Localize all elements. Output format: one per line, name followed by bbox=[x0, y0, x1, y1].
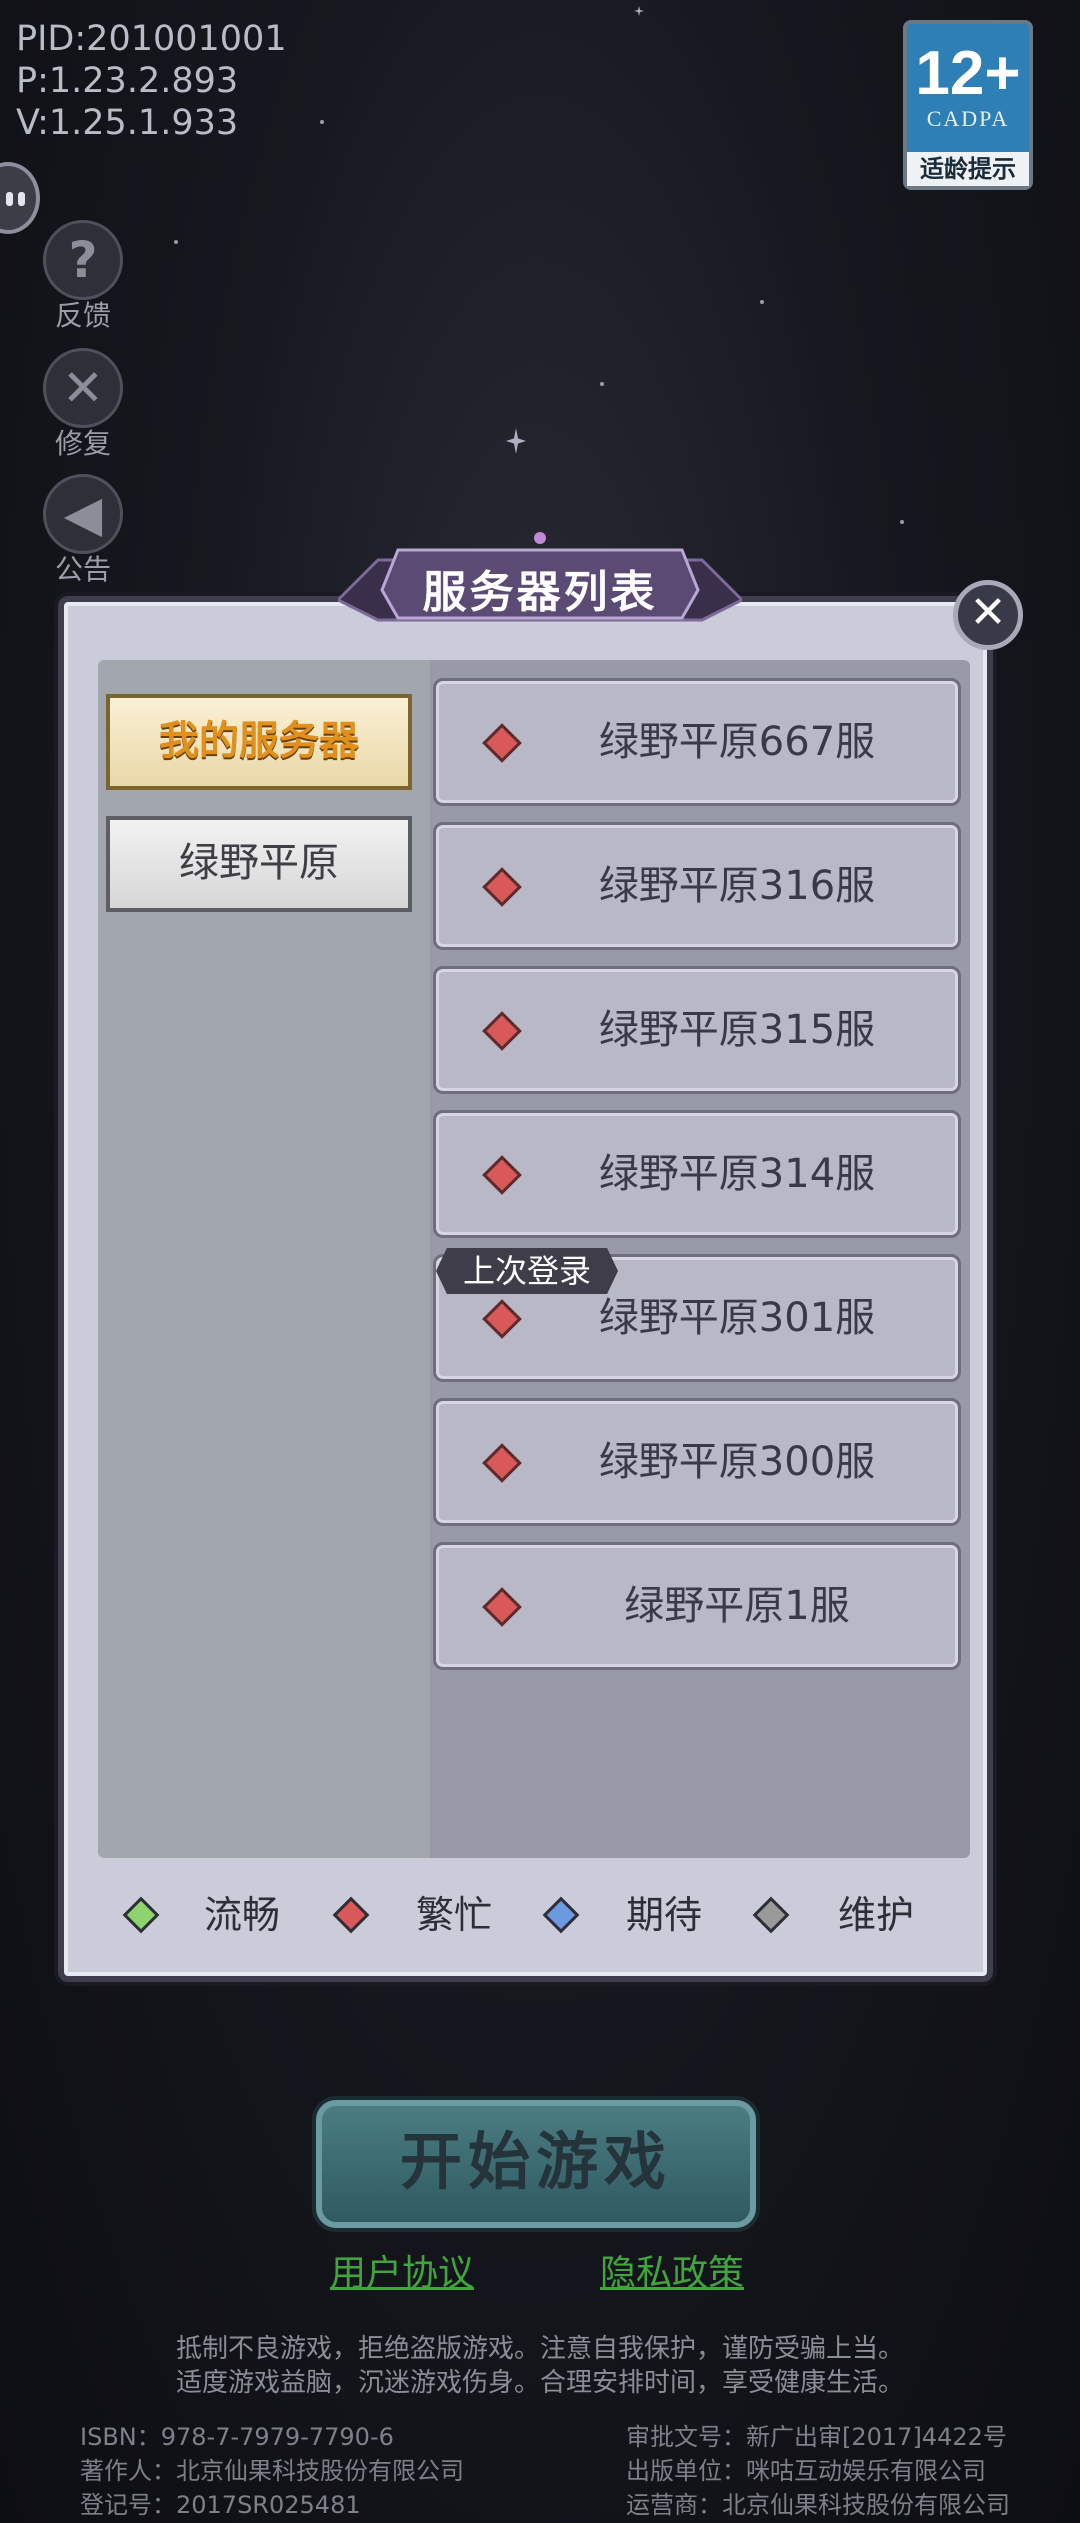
last-login-tag: 上次登录 bbox=[436, 1248, 618, 1294]
announcement-button[interactable]: ◀ 公告 bbox=[38, 474, 128, 588]
server-name: 绿野平原316服 bbox=[598, 863, 876, 909]
p-version-text: P:1.23.2.893 bbox=[16, 61, 239, 101]
floating-assistant-icon[interactable] bbox=[0, 162, 40, 234]
author-text: 著作人：北京仙果科技股份有限公司 bbox=[80, 2457, 464, 2485]
start-game-button[interactable]: 开始游戏 bbox=[316, 2100, 756, 2228]
privacy-policy-link[interactable]: 隐私政策 bbox=[600, 2244, 744, 2296]
dialog-title: 服务器列表 bbox=[422, 567, 658, 618]
star-decoration bbox=[320, 120, 324, 124]
age-rating-number: 12+ bbox=[915, 39, 1021, 108]
busy-status-icon bbox=[482, 1587, 522, 1627]
repair-button[interactable]: ✕ 修复 bbox=[38, 348, 128, 462]
server-item[interactable]: 绿野平原315服 bbox=[433, 966, 961, 1094]
age-rating-badge[interactable]: 12+ CADPA 适龄提示 bbox=[903, 20, 1033, 190]
server-item[interactable]: 绿野平原1服 bbox=[433, 1542, 961, 1670]
server-name: 绿野平原1服 bbox=[624, 1583, 850, 1629]
isbn-text: ISBN：978-7-7979-7790-6 bbox=[80, 2423, 394, 2451]
star-decoration bbox=[900, 520, 904, 524]
star-decoration bbox=[600, 382, 604, 386]
server-name: 绿野平原667服 bbox=[598, 719, 876, 765]
age-rating-tip: 适龄提示 bbox=[907, 152, 1029, 186]
server-name: 绿野平原300服 bbox=[598, 1439, 876, 1485]
v-version-text: V:1.25.1.933 bbox=[16, 103, 239, 143]
category-green-plains[interactable]: 绿野平原 bbox=[106, 816, 412, 912]
busy-status-icon bbox=[482, 723, 522, 763]
legend-label: 繁忙 bbox=[416, 1893, 493, 1937]
star-decoration bbox=[506, 428, 526, 454]
health-notice-line2: 适度游戏益脑，沉迷游戏伤身。合理安排时间，享受健康生活。 bbox=[175, 2368, 904, 2398]
feedback-label: 反馈 bbox=[54, 299, 111, 332]
publisher-text: 出版单位：咪咕互动娱乐有限公司 bbox=[626, 2457, 986, 2485]
server-name: 绿野平原315服 bbox=[598, 1007, 876, 1053]
star-decoration bbox=[174, 240, 178, 244]
megaphone-icon: ◀ bbox=[43, 474, 123, 554]
legend-label: 流畅 bbox=[204, 1893, 281, 1937]
close-icon: ✕ bbox=[969, 587, 1007, 638]
feedback-button[interactable]: ? 反馈 bbox=[38, 220, 128, 334]
server-item[interactable]: 绿野平原667服 bbox=[433, 678, 961, 806]
busy-status-icon bbox=[482, 867, 522, 907]
legend-label: 维护 bbox=[838, 1893, 915, 1937]
server-name: 绿野平原314服 bbox=[598, 1151, 876, 1197]
version-info: PID:201001001 P:1.23.2.893 V:1.25.1.933 bbox=[16, 18, 287, 144]
server-item[interactable]: 绿野平原314服 bbox=[433, 1110, 961, 1238]
wrench-icon: ✕ bbox=[43, 348, 123, 428]
credits-left: ISBN：978-7-7979-7790-6 著作人：北京仙果科技股份有限公司 … bbox=[80, 2420, 464, 2522]
user-agreement-link[interactable]: 用户协议 bbox=[330, 2244, 474, 2296]
server-item[interactable]: 绿野平原300服 bbox=[433, 1398, 961, 1526]
busy-status-icon bbox=[482, 1155, 522, 1195]
legend-label: 期待 bbox=[626, 1893, 703, 1937]
repair-label: 修复 bbox=[54, 427, 111, 460]
announcement-label: 公告 bbox=[54, 553, 111, 586]
question-icon: ? bbox=[43, 220, 123, 300]
operator-text: 运营商：北京仙果科技股份有限公司 bbox=[626, 2491, 1010, 2519]
credits-right: 审批文号：新广出审[2017]4422号 出版单位：咪咕互动娱乐有限公司 运营商… bbox=[626, 2420, 1010, 2522]
star-decoration bbox=[634, 6, 644, 16]
age-rating-org: CADPA bbox=[926, 106, 1010, 131]
star-decoration bbox=[760, 300, 764, 304]
server-item[interactable]: 绿野平原316服 bbox=[433, 822, 961, 950]
approval-text: 审批文号：新广出审[2017]4422号 bbox=[626, 2423, 1007, 2451]
health-notice-line1: 抵制不良游戏，拒绝盗版游戏。注意自我保护，谨防受骗上当。 bbox=[175, 2334, 904, 2364]
busy-status-icon bbox=[482, 1443, 522, 1483]
category-my-servers[interactable]: 我的服务器 bbox=[106, 694, 412, 790]
close-button[interactable]: ✕ bbox=[953, 580, 1023, 650]
busy-status-icon bbox=[482, 1011, 522, 1051]
busy-status-icon bbox=[482, 1299, 522, 1339]
pid-text: PID:201001001 bbox=[16, 19, 287, 59]
registration-text: 登记号：2017SR025481 bbox=[80, 2491, 361, 2519]
